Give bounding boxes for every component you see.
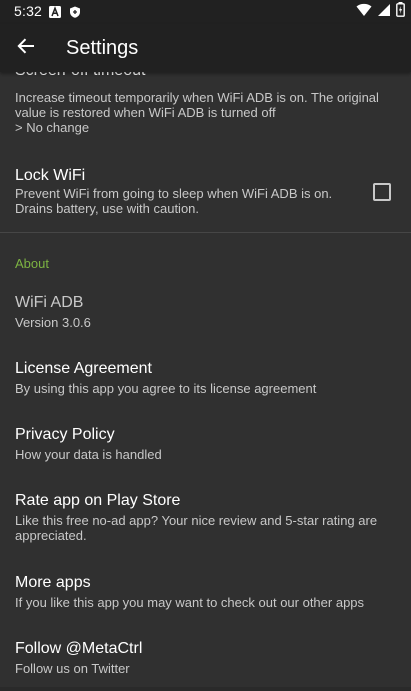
pref-screen-off-timeout[interactable]: Screen-off timeout Increase timeout temp… bbox=[0, 72, 411, 150]
a-icon bbox=[49, 5, 61, 18]
signal-icon bbox=[377, 3, 391, 22]
pref-license-agreement[interactable]: License Agreement By using this app you … bbox=[0, 360, 411, 404]
pref-summary: Follow us on Twitter bbox=[15, 661, 130, 676]
category-about: About bbox=[15, 256, 49, 271]
pref-summary: By using this app you agree to its licen… bbox=[15, 381, 317, 396]
pref-rate-app[interactable]: Rate app on Play Store Like this free no… bbox=[0, 492, 411, 552]
status-time: 5:32 bbox=[14, 3, 43, 19]
pref-title: Lock WiFi bbox=[15, 167, 86, 184]
shield-icon bbox=[69, 5, 81, 18]
lock-wifi-checkbox[interactable] bbox=[373, 183, 391, 201]
page-title: Settings bbox=[66, 37, 139, 59]
pref-title: Follow @MetaCtrl bbox=[15, 640, 143, 657]
settings-list[interactable]: Screen-off timeout Increase timeout temp… bbox=[0, 72, 411, 691]
pref-more-apps[interactable]: More apps If you like this app you may w… bbox=[0, 574, 411, 618]
arrow-back-icon bbox=[17, 37, 35, 60]
pref-summary: Like this free no-ad app? Your nice revi… bbox=[15, 513, 378, 543]
pref-title: License Agreement bbox=[15, 360, 152, 377]
divider bbox=[0, 232, 411, 233]
pref-title: More apps bbox=[15, 574, 91, 591]
pref-summary: Version 3.0.6 bbox=[15, 315, 91, 330]
pref-title: Privacy Policy bbox=[15, 426, 115, 443]
pref-privacy-policy[interactable]: Privacy Policy How your data is handled bbox=[0, 426, 411, 470]
battery-icon bbox=[396, 2, 405, 22]
wifi-icon bbox=[356, 3, 372, 22]
pref-summary: How your data is handled bbox=[15, 447, 162, 462]
pref-title: Screen-off timeout bbox=[15, 72, 145, 80]
pref-title: WiFi ADB bbox=[15, 294, 84, 311]
pref-app-version: WiFi ADB Version 3.0.6 bbox=[0, 294, 411, 338]
pref-summary: If you like this app you may want to che… bbox=[15, 595, 365, 610]
pref-follow-twitter[interactable]: Follow @MetaCtrl Follow us on Twitter bbox=[0, 640, 411, 684]
back-button[interactable] bbox=[8, 30, 44, 66]
pref-title: Rate app on Play Store bbox=[15, 492, 181, 509]
status-bar: 5:32 bbox=[0, 0, 411, 24]
pref-lock-wifi[interactable]: Lock WiFi Prevent WiFi from going to sle… bbox=[0, 156, 411, 228]
app-bar: Settings bbox=[0, 24, 411, 72]
navigation-bar bbox=[0, 687, 411, 691]
pref-summary: Prevent WiFi from going to sleep when Wi… bbox=[15, 186, 333, 216]
pref-summary: Increase timeout temporarily when WiFi A… bbox=[15, 90, 379, 135]
